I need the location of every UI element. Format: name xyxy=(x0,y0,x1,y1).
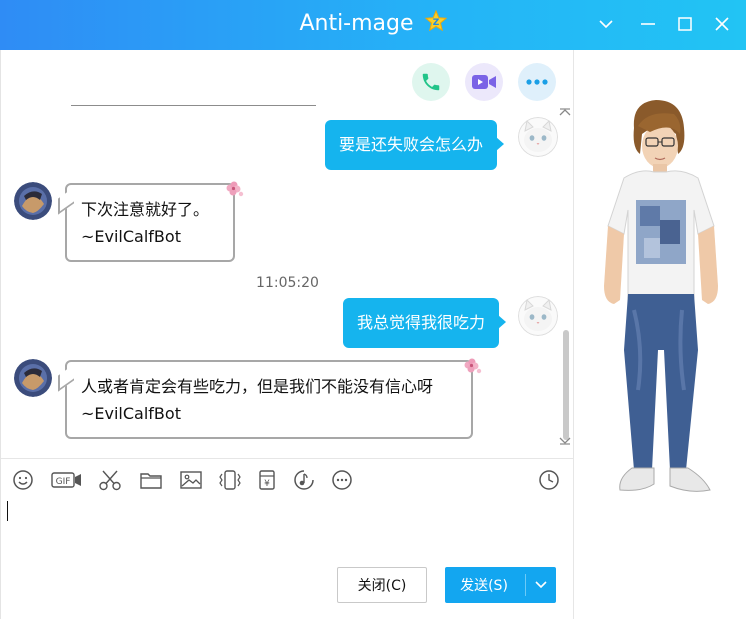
gif-icon[interactable]: GIF xyxy=(51,468,83,492)
folder-icon[interactable] xyxy=(139,468,163,492)
toolbar-divider xyxy=(1,458,574,459)
message-input[interactable] xyxy=(1,495,574,560)
message-text: 要是还失败会怎么办 xyxy=(339,135,484,154)
more-tools-icon[interactable] xyxy=(331,468,353,492)
message-line: 人或者肯定会有些吃力，但是我们不能没有信心呀 xyxy=(81,377,434,396)
history-clock-icon[interactable] xyxy=(538,468,560,492)
contact-avatar[interactable] xyxy=(14,182,52,220)
send-button[interactable]: 发送(S) xyxy=(445,567,523,603)
svg-text:¥: ¥ xyxy=(264,479,270,489)
message-signature: ~EvilCalfBot xyxy=(81,404,181,423)
self-avatar[interactable] xyxy=(518,296,558,336)
close-icon[interactable] xyxy=(710,12,734,36)
image-icon[interactable] xyxy=(179,468,203,492)
message-bubble-outgoing[interactable]: 我总觉得我很吃力 xyxy=(343,298,507,348)
bubble-flower-decoration-icon xyxy=(223,180,245,202)
chat-panel: 要是还失败会怎么办 下次注意就好了。 ~EvilCalfBot 11:05:20… xyxy=(0,50,574,619)
chat-window: Anti-mage Z 要是还失败会怎么办 下次注意就好了。 ~EvilCalf… xyxy=(0,0,746,619)
svg-text:Z: Z xyxy=(432,18,439,28)
emoji-icon[interactable] xyxy=(12,468,34,492)
window-title: Anti-mage xyxy=(299,11,414,36)
self-avatar[interactable] xyxy=(518,117,558,157)
send-options-chevron-icon[interactable] xyxy=(526,567,556,603)
message-timestamp: 11:05:20 xyxy=(256,275,319,291)
music-icon[interactable] xyxy=(293,468,315,492)
svg-text:GIF: GIF xyxy=(56,477,71,487)
message-signature: ~EvilCalfBot xyxy=(81,227,181,246)
red-packet-icon[interactable]: ¥ xyxy=(257,468,277,492)
close-button[interactable]: 关闭(C) xyxy=(337,567,427,603)
avatar-figure[interactable] xyxy=(574,50,746,619)
scrollbar-thumb[interactable] xyxy=(563,330,569,440)
message-text: 我总觉得我很吃力 xyxy=(357,313,486,332)
message-line: 下次注意就好了。 xyxy=(81,200,210,219)
contact-show-panel xyxy=(574,50,746,619)
phone-call-icon[interactable] xyxy=(412,63,450,101)
maximize-icon[interactable] xyxy=(673,12,697,36)
scissors-icon[interactable] xyxy=(98,468,122,492)
message-bubble-outgoing[interactable]: 要是还失败会怎么办 xyxy=(325,120,505,170)
title-bar[interactable]: Anti-mage Z xyxy=(0,0,746,50)
window-title-wrap: Anti-mage Z xyxy=(0,9,746,38)
scroll-down-arrow-icon[interactable] xyxy=(559,437,571,448)
scroll-up-arrow-icon[interactable] xyxy=(559,108,571,119)
bubble-flower-decoration-icon xyxy=(461,357,483,379)
video-call-icon[interactable] xyxy=(465,63,503,101)
message-bubble-incoming[interactable]: 人或者肯定会有些吃力，但是我们不能没有信心呀 ~EvilCalfBot xyxy=(65,360,473,439)
minimize-icon[interactable] xyxy=(636,12,660,36)
more-options-icon[interactable] xyxy=(518,63,556,101)
contact-avatar[interactable] xyxy=(14,359,52,397)
history-divider xyxy=(71,105,316,106)
vip-star-icon: Z xyxy=(424,9,447,38)
chevron-down-icon[interactable] xyxy=(594,12,618,36)
send-button-group: 发送(S) xyxy=(445,567,556,603)
message-bubble-incoming[interactable]: 下次注意就好了。 ~EvilCalfBot xyxy=(65,183,235,262)
shake-icon[interactable] xyxy=(218,468,242,492)
